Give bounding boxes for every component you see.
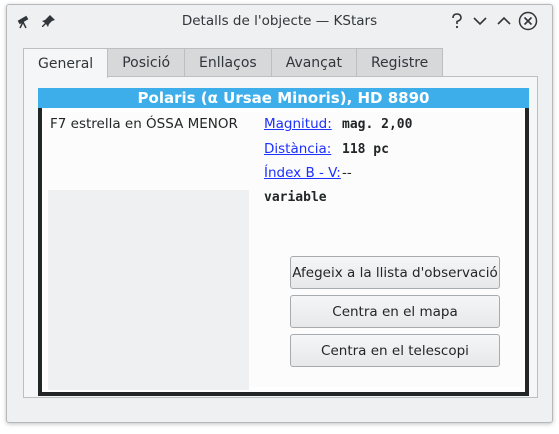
general-tab-panel: Polaris (α Ursae Minoris), HD 8890 F7 es… xyxy=(23,76,538,398)
tab-bar: General Posició Enllaços Avançat Registr… xyxy=(23,48,444,78)
magnitude-label[interactable]: Magnitud: xyxy=(264,116,332,132)
object-name-header: Polaris (α Ursae Minoris), HD 8890 xyxy=(38,88,529,108)
distance-value: 118 pc xyxy=(342,142,389,157)
chevron-up-icon[interactable] xyxy=(494,11,514,31)
object-details-window: Detalls de l'objecte — KStars General Po… xyxy=(6,4,553,423)
tab-advanced[interactable]: Avançat xyxy=(270,48,357,77)
bv-index-label[interactable]: Índex B - V: xyxy=(264,165,341,181)
object-image xyxy=(48,190,249,390)
object-info-content: F7 estrella en ÓSSA MENOR Magnitud: mag.… xyxy=(44,112,523,390)
bv-index-value: -- xyxy=(342,165,352,181)
add-to-observing-list-button[interactable]: Afegeix a la llista d'observació xyxy=(290,256,500,289)
tab-position[interactable]: Posició xyxy=(107,48,186,77)
multiplicity-value: variable xyxy=(264,190,327,205)
chevron-down-icon[interactable] xyxy=(470,11,490,31)
tab-general[interactable]: General xyxy=(23,48,109,78)
tab-links[interactable]: Enllaços xyxy=(184,48,272,77)
object-type-description: F7 estrella en ÓSSA MENOR xyxy=(50,116,238,132)
close-icon[interactable] xyxy=(518,11,538,31)
center-in-telescope-button[interactable]: Centra en el telescopi xyxy=(290,334,500,367)
center-in-map-button[interactable]: Centra en el mapa xyxy=(290,295,500,328)
magnitude-value: mag. 2,00 xyxy=(342,117,413,132)
tab-log[interactable]: Registre xyxy=(355,48,444,77)
help-icon[interactable] xyxy=(447,11,467,31)
distance-label[interactable]: Distància: xyxy=(264,141,331,157)
titlebar[interactable]: Detalls de l'objecte — KStars xyxy=(7,5,552,37)
